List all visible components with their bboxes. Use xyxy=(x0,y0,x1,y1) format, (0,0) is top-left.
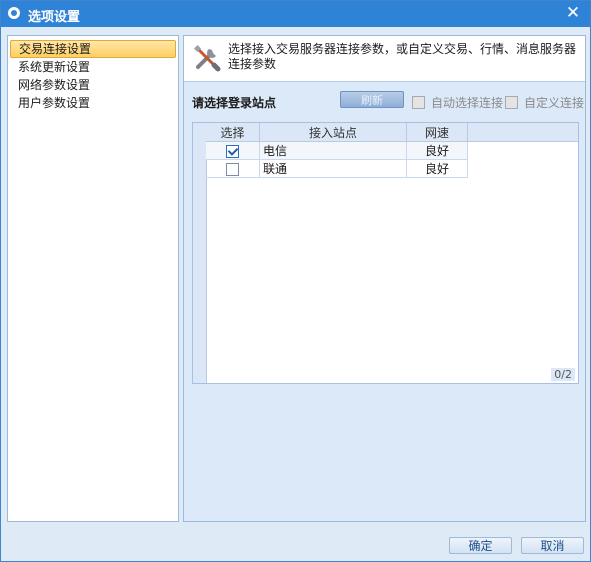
checkbox-box xyxy=(412,96,425,109)
col-header-site[interactable]: 接入站点 xyxy=(259,123,407,142)
speed-cell: 良好 xyxy=(406,159,468,178)
custom-connect-checkbox[interactable]: 自定义连接 xyxy=(505,94,584,111)
auto-connect-checkbox[interactable]: 自动选择连接 xyxy=(412,94,503,111)
speed-cell: 良好 xyxy=(406,141,468,160)
refresh-button[interactable]: 刷新 xyxy=(340,91,404,108)
row-checkbox[interactable] xyxy=(226,144,239,158)
site-cell: 联通 xyxy=(259,159,407,178)
options-dialog: 选项设置 ✕ 交易连接设置 系统更新设置 网络参数设置 用户参数设置 选择接入交… xyxy=(0,0,591,562)
nav-item-system-update[interactable]: 系统更新设置 xyxy=(10,58,176,76)
nav-item-user-params[interactable]: 用户参数设置 xyxy=(10,94,176,112)
table-row[interactable]: 联通 良好 xyxy=(206,159,468,178)
section-description: 选择接入交易服务器连接参数，或自定义交易、行情、消息服务器连接参数 xyxy=(228,42,577,71)
nav-item-trade-connection[interactable]: 交易连接设置 xyxy=(10,40,176,58)
col-header-select[interactable]: 选择 xyxy=(206,123,260,142)
section-header: 选择接入交易服务器连接参数，或自定义交易、行情、消息服务器连接参数 xyxy=(184,36,585,82)
row-checkbox[interactable] xyxy=(226,162,239,176)
auto-connect-label: 自动选择连接 xyxy=(431,96,504,110)
row-counter: 0/2 xyxy=(551,368,575,381)
col-header-speed[interactable]: 网速 xyxy=(406,123,468,142)
site-cell: 电信 xyxy=(259,141,407,160)
select-cell[interactable] xyxy=(206,141,260,160)
dialog-footer: 确定 取消 xyxy=(1,527,590,561)
checkbox-box xyxy=(505,96,518,109)
settings-content: 选择接入交易服务器连接参数，或自定义交易、行情、消息服务器连接参数 请选择登录站… xyxy=(183,35,586,522)
tools-icon xyxy=(193,44,221,72)
row-header-column xyxy=(193,123,207,383)
settings-nav: 交易连接设置 系统更新设置 网络参数设置 用户参数设置 xyxy=(7,35,179,522)
select-cell[interactable] xyxy=(206,159,260,178)
site-grid: 选择 接入站点 网速 电信 良好 联通 良好 xyxy=(206,123,468,178)
title-bar: 选项设置 ✕ xyxy=(1,1,590,27)
ok-button[interactable]: 确定 xyxy=(449,537,512,554)
custom-connect-label: 自定义连接 xyxy=(524,96,585,110)
cancel-button[interactable]: 取消 xyxy=(521,537,584,554)
nav-item-network-params[interactable]: 网络参数设置 xyxy=(10,76,176,94)
table-row[interactable]: 电信 良好 xyxy=(206,141,468,160)
app-gear-icon xyxy=(8,7,20,19)
site-select-label: 请选择登录站点 xyxy=(192,96,277,110)
close-icon[interactable]: ✕ xyxy=(564,3,582,23)
window-title: 选项设置 xyxy=(28,10,81,25)
site-table: 选择 接入站点 网速 电信 良好 联通 良好 0/2 xyxy=(192,122,579,384)
